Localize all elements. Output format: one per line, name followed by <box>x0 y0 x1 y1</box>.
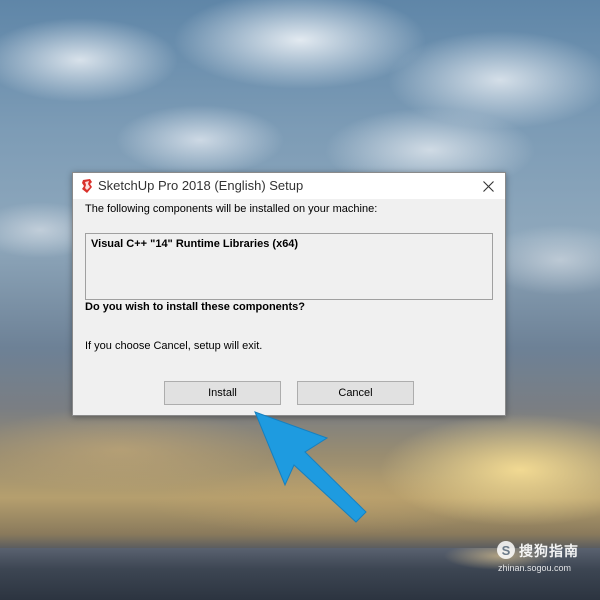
title-bar[interactable]: SketchUp Pro 2018 (English) Setup <box>73 173 505 199</box>
cancel-hint: If you choose Cancel, setup will exit. <box>85 340 263 352</box>
close-icon <box>482 180 494 192</box>
setup-dialog: SketchUp Pro 2018 (English) Setup The fo… <box>72 172 506 416</box>
components-list[interactable]: Visual C++ "14" Runtime Libraries (x64) <box>85 233 493 300</box>
watermark-brand: 搜狗指南 <box>519 543 579 559</box>
watermark-url: zhinan.sogou.com <box>498 563 572 573</box>
sogou-logo-icon: S <box>497 541 515 559</box>
component-item[interactable]: Visual C++ "14" Runtime Libraries (x64) <box>91 238 298 250</box>
install-button[interactable]: Install <box>164 381 281 405</box>
close-button[interactable] <box>471 173 505 199</box>
cancel-button[interactable]: Cancel <box>297 381 414 405</box>
install-message: The following components will be install… <box>85 203 378 215</box>
dialog-title: SketchUp Pro 2018 (English) Setup <box>98 178 304 193</box>
install-question: Do you wish to install these components? <box>85 301 306 313</box>
watermark: S 搜狗指南 zhinan.sogou.com <box>497 541 597 577</box>
sketchup-icon <box>82 179 92 193</box>
